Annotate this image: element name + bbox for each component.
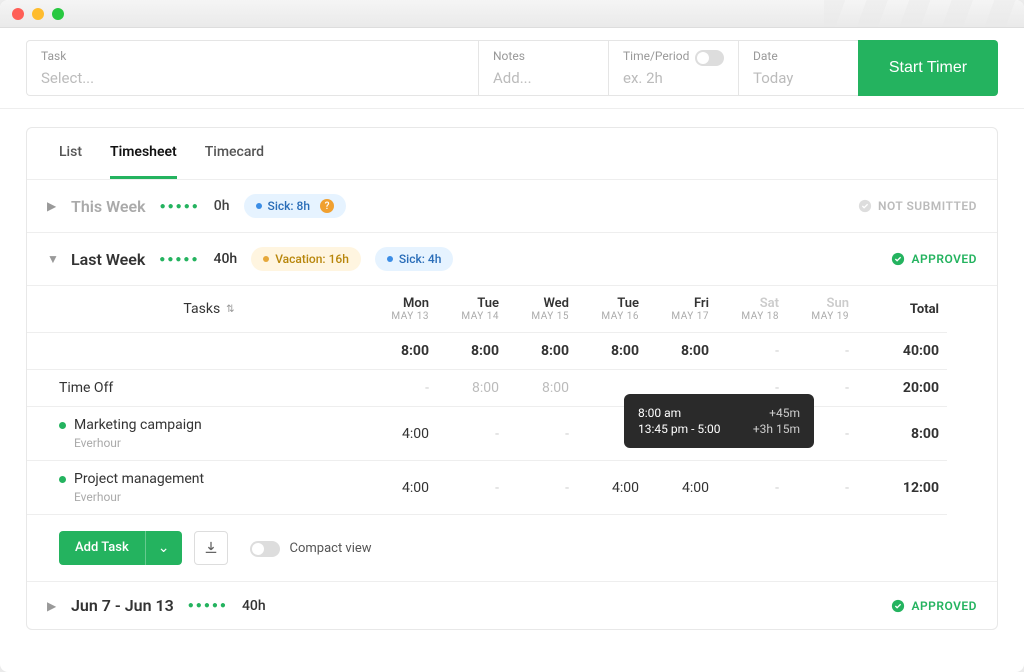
day-header-sat[interactable]: SatMAY 18 xyxy=(717,286,787,333)
week-hours: 40h xyxy=(214,251,238,267)
time-cell[interactable]: - xyxy=(507,407,577,461)
total-header: Total xyxy=(857,286,947,333)
close-icon[interactable] xyxy=(12,8,24,20)
total-cell: 8:00 xyxy=(437,333,507,370)
time-cell[interactable]: 8:00 xyxy=(507,370,577,407)
start-timer-button[interactable]: Start Timer xyxy=(858,40,998,96)
week-hours: 0h xyxy=(214,198,230,214)
status-dot-icon xyxy=(59,422,66,429)
check-circle-icon xyxy=(858,199,872,213)
total-cell: 8:00 xyxy=(507,333,577,370)
total-cell: - xyxy=(717,333,787,370)
day-header-tue[interactable]: TueMAY 14 xyxy=(437,286,507,333)
window-titlebar xyxy=(0,0,1024,28)
row-total: 12:00 xyxy=(857,461,947,515)
total-cell: 8:00 xyxy=(647,333,717,370)
time-cell[interactable]: - xyxy=(787,461,857,515)
tab-list[interactable]: List xyxy=(59,128,82,179)
task-row[interactable]: Marketing campaign Everhour xyxy=(27,407,367,461)
time-cell[interactable]: - xyxy=(507,461,577,515)
grand-total: 40:00 xyxy=(857,333,947,370)
total-cell: - xyxy=(787,333,857,370)
chevron-down-icon: ▼ xyxy=(47,252,57,266)
notes-placeholder: Add... xyxy=(493,69,594,87)
progress-dots: ●●●●● xyxy=(188,600,228,611)
day-header-mon[interactable]: MonMAY 13 xyxy=(367,286,437,333)
date-placeholder: Today xyxy=(753,69,844,87)
tab-timesheet[interactable]: Timesheet xyxy=(110,128,177,179)
task-label: Task xyxy=(41,49,464,63)
time-cell[interactable]: 8:00 xyxy=(437,370,507,407)
download-button[interactable] xyxy=(194,531,228,565)
time-cell[interactable]: - xyxy=(437,407,507,461)
add-task-button[interactable]: Add Task ⌄ xyxy=(59,531,182,565)
week-title: Jun 7 - Jun 13 xyxy=(71,596,174,615)
total-cell: 8:00 xyxy=(367,333,437,370)
time-cell[interactable]: - xyxy=(717,461,787,515)
notes-field[interactable]: Notes Add... xyxy=(478,40,608,96)
totals-row-label xyxy=(27,333,367,370)
status-dot-icon xyxy=(59,476,66,483)
timeoff-row[interactable]: Time Off xyxy=(27,370,367,407)
tasks-header[interactable]: Tasks ⇅ xyxy=(27,286,367,333)
progress-dots: ●●●●● xyxy=(160,201,200,212)
day-header-wed[interactable]: WedMAY 15 xyxy=(507,286,577,333)
check-circle-icon xyxy=(891,252,905,266)
time-cell[interactable]: 4:00 xyxy=(367,461,437,515)
date-label: Date xyxy=(753,49,844,63)
status-approved: APPROVED xyxy=(891,599,977,613)
compact-label: Compact view xyxy=(290,541,372,556)
question-icon[interactable]: ? xyxy=(320,199,334,213)
week-title: This Week xyxy=(71,197,146,216)
check-circle-icon xyxy=(891,599,905,613)
time-toggle[interactable] xyxy=(695,50,724,66)
download-icon xyxy=(204,541,218,555)
compact-toggle[interactable] xyxy=(250,541,280,557)
time-cell[interactable]: - xyxy=(437,461,507,515)
chevron-right-icon: ▶ xyxy=(47,199,57,213)
minimize-icon[interactable] xyxy=(32,8,44,20)
task-field[interactable]: Task Select... xyxy=(26,40,478,96)
time-label: Time/Period xyxy=(623,49,689,63)
time-field[interactable]: Time/Period ex. 2h xyxy=(608,40,738,96)
date-field[interactable]: Date Today xyxy=(738,40,858,96)
sick-badge: Sick: 4h xyxy=(375,247,453,271)
status-approved: APPROVED xyxy=(891,252,977,266)
time-cell[interactable]: 4:00 xyxy=(577,461,647,515)
time-tooltip: 8:00 am+45m 13:45 pm - 5:00+3h 15m xyxy=(624,394,814,448)
row-total: 8:00 xyxy=(857,407,947,461)
day-header-sun[interactable]: SunMAY 19 xyxy=(787,286,857,333)
notes-label: Notes xyxy=(493,49,594,63)
tab-timecard[interactable]: Timecard xyxy=(205,128,264,179)
chevron-right-icon: ▶ xyxy=(47,599,57,613)
time-cell[interactable]: 4:00 xyxy=(647,461,717,515)
time-cell[interactable]: 4:00 xyxy=(367,407,437,461)
sort-icon: ⇅ xyxy=(226,304,234,315)
task-placeholder: Select... xyxy=(41,69,464,87)
day-header-thu[interactable]: TueMAY 16 xyxy=(577,286,647,333)
total-cell: 8:00 xyxy=(577,333,647,370)
week-hours: 40h xyxy=(242,598,266,614)
week-row-prev[interactable]: ▶ Jun 7 - Jun 13 ●●●●● 40h APPROVED xyxy=(27,581,997,629)
time-cell[interactable]: - xyxy=(367,370,437,407)
timesheet-grid: Tasks ⇅ MonMAY 13 TueMAY 14 WedMAY 15 Tu… xyxy=(27,286,997,515)
vacation-badge: Vacation: 16h xyxy=(251,247,361,271)
week-row-this[interactable]: ▶ This Week ●●●●● 0h Sick: 8h ? NOT SUBM… xyxy=(27,180,997,233)
day-header-fri[interactable]: FriMAY 17 xyxy=(647,286,717,333)
task-row[interactable]: Project management Everhour xyxy=(27,461,367,515)
maximize-icon[interactable] xyxy=(52,8,64,20)
status-not-submitted: NOT SUBMITTED xyxy=(858,199,977,213)
row-total: 20:00 xyxy=(857,370,947,407)
week-row-last[interactable]: ▼ Last Week ●●●●● 40h Vacation: 16h Sick… xyxy=(27,233,997,286)
time-placeholder: ex. 2h xyxy=(623,69,689,87)
sick-badge: Sick: 8h ? xyxy=(244,194,346,218)
progress-dots: ●●●●● xyxy=(159,254,199,265)
chevron-down-icon[interactable]: ⌄ xyxy=(145,531,182,565)
week-title: Last Week xyxy=(71,250,145,269)
